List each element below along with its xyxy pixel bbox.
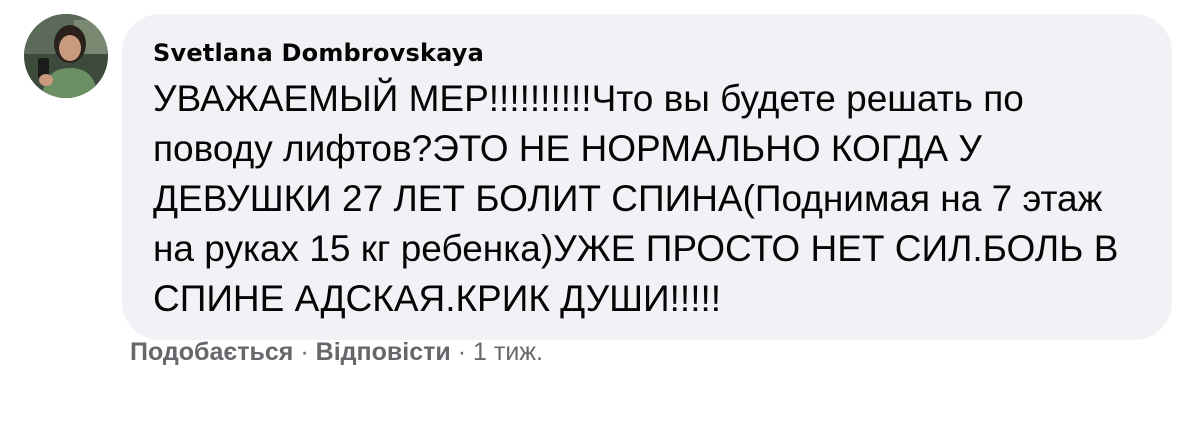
separator: · (300, 337, 309, 366)
avatar-image (24, 14, 108, 98)
comment-bubble: Svetlana Dombrovskaya УВАЖАЕМЫЙ МЕР!!!!!… (122, 14, 1172, 340)
comment-timestamp[interactable]: 1 тиж. (473, 338, 543, 367)
like-button[interactable]: Подобається (130, 338, 293, 367)
separator: · (457, 337, 467, 366)
reply-button[interactable]: Відповісти (316, 338, 451, 367)
comment-author[interactable]: Svetlana Dombrovskaya (153, 38, 484, 68)
comment-actions: Подобається · Відповісти · 1 тиж. (130, 336, 543, 368)
avatar[interactable] (24, 14, 108, 98)
comment-text: УВАЖАЕМЫЙ МЕР!!!!!!!!!!Что вы будете реш… (153, 78, 1119, 319)
